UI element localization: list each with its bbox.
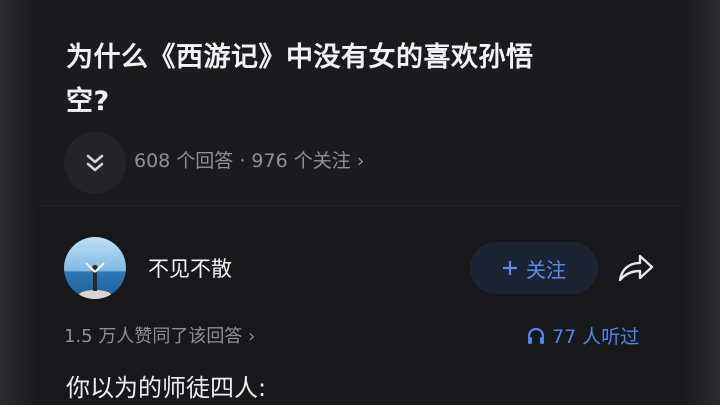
question-title[interactable]: 为什么《西游记》中没有女的喜欢孙悟 空? <box>66 36 646 124</box>
blurred-right-margin <box>682 0 720 405</box>
collapse-button[interactable] <box>64 132 126 194</box>
blurred-left-margin <box>0 0 38 405</box>
listen-count-label: 77 人听过 <box>552 326 640 348</box>
follow-button[interactable]: 关注 <box>470 242 598 294</box>
headphones-icon <box>527 327 545 344</box>
share-arrow-icon <box>618 254 654 282</box>
avatar[interactable] <box>64 237 126 299</box>
double-chevron-down-icon <box>86 154 104 172</box>
question-header: 为什么《西游记》中没有女的喜欢孙悟 空? 608 个回答 · 976 个关注 › <box>38 0 682 205</box>
question-title-line-1: 为什么《西游记》中没有女的喜欢孙悟 <box>66 42 534 73</box>
author-name[interactable]: 不见不散 <box>148 253 232 283</box>
listen-count[interactable]: 77 人听过 <box>526 322 639 349</box>
share-button[interactable] <box>616 250 656 286</box>
answer-first-line: 你以为的师徒四人: <box>66 374 267 402</box>
agree-count-link[interactable]: 1.5 万人赞同了该回答 › <box>64 322 255 348</box>
question-title-line-2: 空? <box>66 86 110 117</box>
question-stats-link[interactable]: 608 个回答 · 976 个关注 › <box>134 146 364 173</box>
avatar-image <box>64 237 126 299</box>
plus-icon <box>503 261 517 275</box>
follow-label: 关注 <box>526 257 566 282</box>
divider <box>38 205 682 207</box>
app-screen: 为什么《西游记》中没有女的喜欢孙悟 空? 608 个回答 · 976 个关注 › <box>38 0 682 405</box>
